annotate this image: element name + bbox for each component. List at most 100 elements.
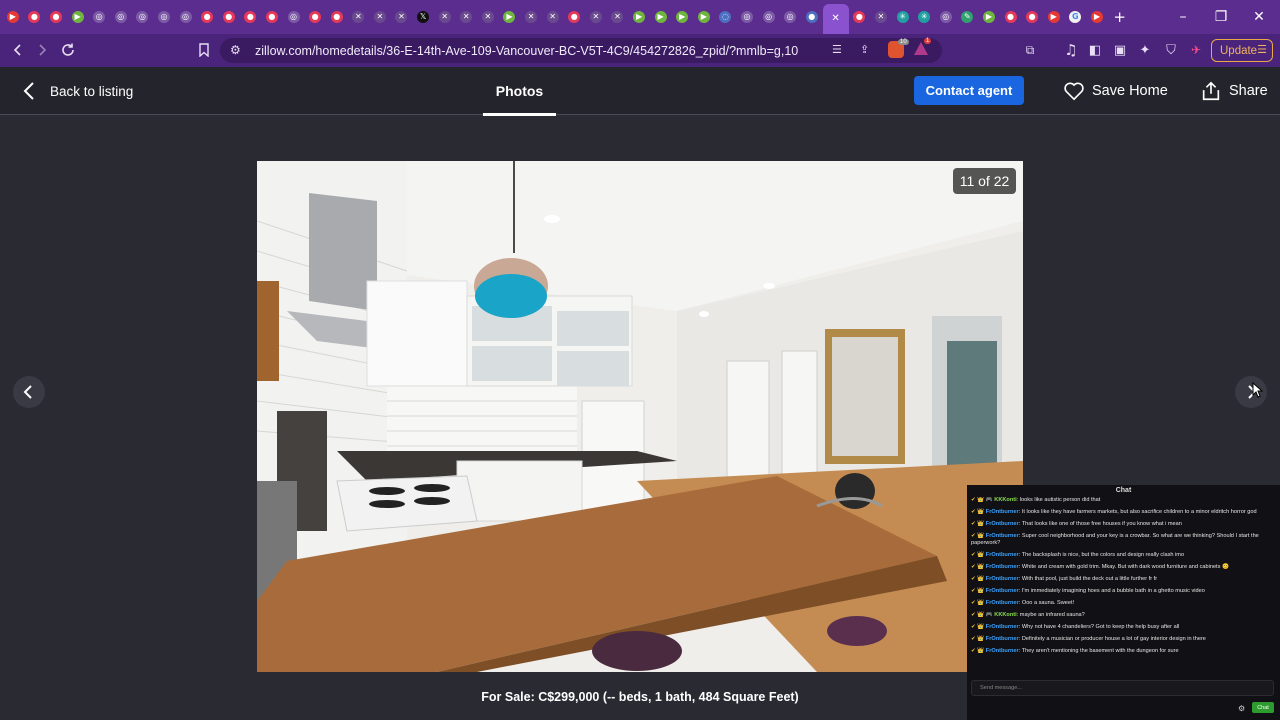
close-window-icon[interactable]: ✕	[1240, 0, 1278, 34]
browser-tab[interactable]: ●	[24, 0, 46, 34]
wallet-icon[interactable]: ▣	[1108, 38, 1132, 62]
leo-ai-icon[interactable]: ✦	[1133, 38, 1157, 62]
browser-tab[interactable]: ◎	[779, 0, 801, 34]
browser-tab[interactable]: ✕	[391, 0, 413, 34]
browser-tab[interactable]: ✕	[870, 0, 892, 34]
chat-username[interactable]: FrOntburner	[986, 624, 1019, 630]
chat-username[interactable]: KKKonti	[994, 497, 1016, 503]
browser-tab[interactable]: ◎	[283, 0, 305, 34]
chat-username[interactable]: FrOntburner	[986, 509, 1019, 515]
chat-username[interactable]: FrOntburner	[986, 576, 1019, 582]
user-badge-icon: ✔ 👑	[971, 564, 985, 570]
minimize-icon[interactable]: –	[1164, 0, 1202, 34]
browser-tab[interactable]: ✳	[913, 0, 935, 34]
forward-icon[interactable]	[30, 38, 54, 62]
browser-tab[interactable]: ●	[261, 0, 283, 34]
chat-username[interactable]: FrOntburner	[986, 521, 1019, 527]
browser-tab[interactable]: ✎	[957, 0, 979, 34]
browser-tab[interactable]: ▶	[2, 0, 24, 34]
browser-tab[interactable]: 𝕏	[412, 0, 434, 34]
browser-tab[interactable]: ◎	[935, 0, 957, 34]
browser-tab[interactable]: ●	[1021, 0, 1043, 34]
browser-tab[interactable]: ●	[304, 0, 326, 34]
browser-tab[interactable]: ◎	[110, 0, 132, 34]
browser-tab[interactable]: ▶	[1043, 0, 1065, 34]
browser-tab[interactable]: ✳	[892, 0, 914, 34]
browser-tab[interactable]: ✕	[542, 0, 564, 34]
loading-icon: ◌	[719, 11, 732, 23]
chat-username[interactable]: FrOntburner	[986, 588, 1019, 594]
browser-tab[interactable]: ✕	[434, 0, 456, 34]
back-to-listing-link[interactable]: Back to listing	[18, 79, 133, 103]
site-settings-icon[interactable]: ⚙	[230, 43, 241, 57]
listing-photo[interactable]	[257, 161, 1023, 672]
music-icon[interactable]: ♫	[1059, 38, 1083, 62]
back-icon[interactable]	[6, 38, 30, 62]
browser-tab[interactable]: ●	[196, 0, 218, 34]
browser-tab[interactable]: ◎	[175, 0, 197, 34]
browser-tab[interactable]: ●	[326, 0, 348, 34]
browser-tab[interactable]: ▶	[978, 0, 1000, 34]
chat-username[interactable]: FrOntburner	[986, 636, 1019, 642]
tab-photos[interactable]: Photos	[483, 67, 556, 116]
browser-tab[interactable]: ✕	[348, 0, 370, 34]
contact-agent-button[interactable]: Contact agent	[914, 76, 1024, 105]
previous-photo-button[interactable]	[13, 376, 45, 408]
tab-search-icon[interactable]: ⧉	[1018, 38, 1042, 62]
browser-tab[interactable]: ✕	[822, 4, 849, 34]
chat-input[interactable]: Send message...	[971, 680, 1274, 696]
browser-tab[interactable]: ●	[849, 0, 871, 34]
sidebar-icon[interactable]: ◧	[1083, 38, 1107, 62]
browser-tab[interactable]: ✕	[520, 0, 542, 34]
browser-tab[interactable]: ◎	[132, 0, 154, 34]
share-button[interactable]: Share	[1200, 79, 1268, 103]
chatgpt-icon: ◎	[762, 11, 775, 23]
browser-tab[interactable]: ◎	[736, 0, 758, 34]
browser-tab[interactable]: ✕	[455, 0, 477, 34]
browser-tab[interactable]: ●	[563, 0, 585, 34]
back-label: Back to listing	[50, 83, 134, 99]
browser-tab[interactable]: ▶	[671, 0, 693, 34]
chat-send-button[interactable]: Chat	[1252, 702, 1274, 713]
share-page-icon[interactable]: ⇪	[860, 43, 869, 56]
bookmark-icon[interactable]	[192, 38, 216, 62]
browser-tab[interactable]: ●	[240, 0, 262, 34]
save-home-button[interactable]: Save Home	[1063, 79, 1168, 103]
chat-username[interactable]: FrOntburner	[986, 648, 1019, 654]
browser-tab[interactable]: ✕	[477, 0, 499, 34]
extension-icon[interactable]: ✈	[1184, 38, 1208, 62]
chat-username[interactable]: FrOntburner	[986, 533, 1019, 539]
browser-tab[interactable]: ●	[801, 0, 823, 34]
vpn-icon[interactable]: ⛉	[1159, 38, 1183, 62]
browser-tab[interactable]: ▶	[628, 0, 650, 34]
restore-icon[interactable]: ❐	[1202, 0, 1240, 34]
browser-tab[interactable]: ▶	[1086, 0, 1108, 34]
reader-mode-icon[interactable]: ☰	[832, 43, 842, 56]
browser-tab[interactable]: ◎	[153, 0, 175, 34]
chat-username[interactable]: FrOntburner	[986, 552, 1019, 558]
browser-tab[interactable]: ◎	[88, 0, 110, 34]
browser-tab[interactable]: ◌	[715, 0, 737, 34]
chat-username[interactable]: FrOntburner	[986, 600, 1019, 606]
browser-tab[interactable]: ●	[218, 0, 240, 34]
address-bar[interactable]: ⚙ zillow.com/homedetails/36-E-14th-Ave-1…	[220, 38, 942, 63]
browser-tab[interactable]: ▶	[499, 0, 521, 34]
browser-tab[interactable]: ✕	[607, 0, 629, 34]
reload-icon[interactable]	[56, 38, 80, 62]
chat-message: ✔ 👑 FrOntburner: They aren't mentioning …	[971, 648, 1179, 654]
browser-tab[interactable]: ✕	[369, 0, 391, 34]
browser-tab[interactable]: ✕	[585, 0, 607, 34]
update-button[interactable]: Update ☰	[1211, 39, 1273, 62]
new-tab-icon[interactable]: +	[1108, 0, 1132, 34]
browser-tab[interactable]: ▶	[650, 0, 672, 34]
chat-username[interactable]: FrOntburner	[986, 564, 1019, 570]
chat-settings-icon[interactable]: ⚙	[1238, 704, 1245, 713]
browser-tab[interactable]: ●	[45, 0, 67, 34]
x-icon: ✕	[874, 11, 887, 23]
browser-tab[interactable]: ▶	[693, 0, 715, 34]
chat-username[interactable]: KKKonti	[994, 612, 1016, 618]
browser-tab[interactable]: G	[1065, 0, 1087, 34]
browser-tab[interactable]: ▶	[67, 0, 89, 34]
browser-tab[interactable]: ●	[1000, 0, 1022, 34]
browser-tab[interactable]: ◎	[758, 0, 780, 34]
